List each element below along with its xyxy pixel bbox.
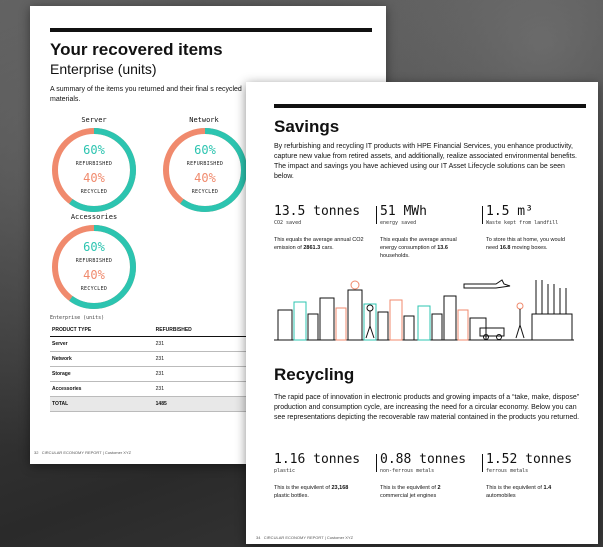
refurbished-label: REFURBISHED (186, 161, 224, 167)
page-title: Your recovered items (50, 40, 223, 59)
ring-label-server: Server (81, 116, 107, 124)
recycled-label: RECYCLED (80, 286, 108, 292)
table-cell: 231 (153, 336, 250, 352)
stat-unit: plastic (274, 468, 296, 474)
stat-non-ferrous: 0.88 tonnes non-ferrous metals This is t… (380, 452, 470, 500)
stat-plastic: 1.16 tonnes plastic This is the equivile… (274, 452, 364, 500)
stat-description: This equals the average annual CO2 emiss… (274, 237, 364, 251)
page-number: 32 (34, 450, 39, 455)
stat-unit: ferrous metals (486, 468, 529, 474)
table-cell: 231 (153, 351, 250, 367)
stat-unit: non-ferrous metals (380, 468, 435, 474)
ring-label-accessories: Accessories (70, 213, 118, 221)
airplane-icon (463, 279, 511, 289)
donut-ring (52, 225, 136, 309)
footer-text: CIRCULAR ECONOMY REPORT | Customer XYZ (41, 450, 132, 455)
table-cell: TOTAL (50, 396, 154, 412)
refurbished-percent: 60% (194, 143, 216, 157)
stat-divider (482, 454, 483, 472)
stat-description: To store this at home, you would need 16… (486, 237, 565, 251)
recycled-percent: 40% (83, 268, 105, 282)
stat-unit: energy saved (380, 220, 417, 226)
table-header-row: PRODUCT TYPE REFURBISHED (50, 324, 250, 337)
savings-body-text: By refurbishing and recycling IT product… (274, 143, 577, 180)
stat-unit: Waste kept from landfill (486, 220, 559, 226)
stat-value: 0.88 tonnes (380, 452, 467, 467)
page-footer: 32 CIRCULAR ECONOMY REPORT | Customer XY… (34, 450, 131, 455)
page-number: 34 (256, 535, 261, 540)
savings-heading: Savings (274, 117, 340, 136)
recycled-label: RECYCLED (191, 189, 219, 195)
ring-label-network: Network (189, 116, 219, 124)
stat-divider (482, 206, 483, 224)
table-cell: 231 (153, 366, 250, 382)
table-cell: Accessories (50, 381, 154, 397)
stat-description: This is the equivilent of 1.4 automobile… (486, 485, 552, 499)
donut-chart-server: 60% REFURBISHED 40% RECYCLED (50, 126, 138, 214)
left-buildings-group (277, 280, 415, 341)
table-row: Storage 231 (50, 366, 250, 382)
stat-divider (376, 206, 377, 224)
stat-co2: 13.5 tonnes CO2 saved This equals the av… (274, 204, 364, 252)
car-icon (479, 327, 505, 340)
report-page-savings-recycling: Savings By refurbishing and recycling IT… (246, 82, 598, 544)
middle-buildings-group (417, 295, 487, 341)
donut-ring (163, 128, 247, 212)
donut-ring (52, 128, 136, 212)
refurbished-percent: 60% (83, 240, 105, 254)
column-header: REFURBISHED (153, 324, 250, 337)
person-figure-right (515, 302, 525, 339)
recycled-percent: 40% (83, 171, 105, 185)
intro-text: A summary of the items you returned and … (50, 86, 242, 103)
recycled-label: RECYCLED (80, 189, 108, 195)
stat-description: This is the equivilent of 23,168 plastic… (274, 485, 349, 499)
refurbished-percent: 60% (83, 143, 105, 157)
stat-divider (376, 454, 377, 472)
table-row: Network 231 (50, 351, 250, 367)
city-skyline-illustration (274, 279, 574, 341)
page-subtitle: Enterprise (units) (50, 61, 157, 77)
table-caption: Enterprise (units) (50, 315, 105, 321)
footer-text: CIRCULAR ECONOMY REPORT | Customer XYZ (263, 535, 354, 540)
stat-unit: CO2 saved (274, 220, 302, 226)
stat-value: 1.5 m³ (486, 204, 533, 219)
recycling-heading: Recycling (274, 365, 355, 384)
table-total-row: TOTAL 1485 (50, 396, 250, 412)
donut-chart-accessories: 60% REFURBISHED 40% RECYCLED (50, 223, 138, 311)
stat-waste: 1.5 m³ Waste kept from landfill To store… (486, 204, 576, 252)
stat-value: 13.5 tonnes (274, 204, 361, 219)
recycling-body-text: The rapid pace of innovation in electron… (274, 394, 580, 421)
stat-description: This equals the average annual energy co… (380, 237, 457, 259)
table-cell: Network (50, 351, 154, 367)
table-cell: Server (50, 336, 154, 352)
table-cell: 1485 (153, 396, 250, 412)
stat-ferrous: 1.52 tonnes ferrous metals This is the e… (486, 452, 576, 500)
stat-value: 1.16 tonnes (274, 452, 361, 467)
refurbished-label: REFURBISHED (75, 258, 113, 264)
factory-icon (531, 280, 573, 341)
recovered-items-table: PRODUCT TYPE REFURBISHED Server 231 Netw… (50, 324, 250, 412)
donut-chart-network: 60% REFURBISHED 40% RECYCLED (161, 126, 249, 214)
stat-value: 51 MWh (380, 204, 427, 219)
table-cell: 231 (153, 381, 250, 397)
column-header: PRODUCT TYPE (50, 324, 154, 337)
stat-energy: 51 MWh energy saved This equals the aver… (380, 204, 470, 260)
title-rule (274, 104, 586, 108)
table-row: Accessories 231 (50, 381, 250, 397)
refurbished-label: REFURBISHED (75, 161, 113, 167)
table-cell: Storage (50, 366, 154, 382)
table-row: Server 231 (50, 336, 250, 352)
title-rule (50, 28, 372, 32)
stat-description: This is the equivilent of 2 commercial j… (380, 485, 441, 499)
person-figure-left (365, 304, 375, 339)
recycled-percent: 40% (194, 171, 216, 185)
page-footer: 34 CIRCULAR ECONOMY REPORT | Customer XY… (256, 535, 353, 540)
stat-value: 1.52 tonnes (486, 452, 573, 467)
